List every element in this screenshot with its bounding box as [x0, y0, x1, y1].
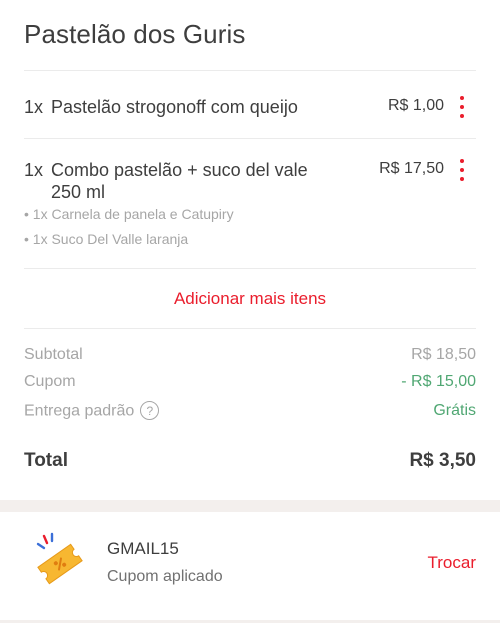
item-qty: 1x	[24, 160, 44, 180]
coupon-discount-value: - R$ 15,00	[401, 373, 476, 390]
item-options-icon[interactable]	[456, 159, 468, 181]
subtotal-label: Subtotal	[24, 346, 83, 363]
divider	[24, 138, 476, 139]
coupon-status: Cupom aplicado	[107, 568, 223, 585]
coupon-ticket-icon	[36, 532, 83, 585]
item-subitem: • 1x Suco Del Valle laranja	[24, 231, 189, 247]
item-name: Combo pastelão + suco del vale 250 ml	[51, 160, 308, 202]
item-name: Pastelão strogonoff com queijo	[51, 97, 298, 117]
help-icon[interactable]: ?	[140, 401, 160, 420]
item-options-icon[interactable]	[456, 96, 468, 118]
item-price: R$ 1,00	[387, 97, 444, 114]
total-value: R$ 3,50	[409, 450, 476, 471]
item-price: R$ 17,50	[379, 160, 444, 177]
item-qty: 1x	[24, 97, 44, 117]
divider	[24, 70, 476, 71]
store-title: Pastelão dos Guris	[24, 19, 246, 49]
total-label: Total	[24, 450, 68, 471]
coupon-code: GMAIL15	[107, 539, 179, 558]
subtotal-value: R$ 18,50	[411, 346, 476, 363]
coupon-label: Cupom	[24, 373, 76, 390]
delivery-label: Entrega padrão?	[24, 401, 160, 421]
delivery-label-text: Entrega padrão	[24, 402, 135, 420]
divider	[24, 268, 476, 269]
item-subitem: • 1x Carnela de panela e Catupiry	[24, 206, 234, 222]
delivery-value: Grátis	[433, 402, 476, 419]
section-separator	[0, 500, 500, 512]
divider	[24, 328, 476, 329]
add-more-items-link[interactable]: Adicionar mais itens	[0, 289, 500, 309]
change-coupon-button[interactable]: Trocar	[428, 553, 477, 573]
